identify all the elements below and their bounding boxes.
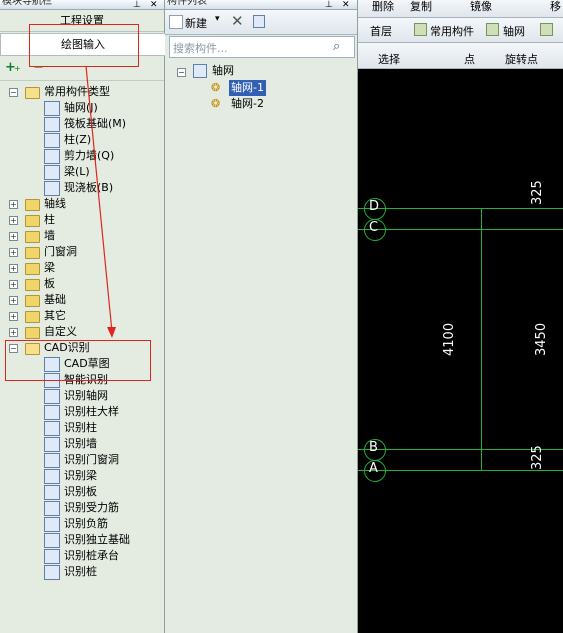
delete-icon[interactable]: ✕ bbox=[231, 12, 244, 30]
floor-select[interactable]: 首层 bbox=[370, 23, 392, 39]
dimension-line bbox=[481, 208, 482, 471]
dropdown-arrow-icon[interactable]: ▾ bbox=[215, 14, 220, 24]
dropdown-arrow-icon[interactable] bbox=[414, 23, 427, 36]
rotate-point-button[interactable]: 旋转点 bbox=[505, 51, 538, 67]
dropdown-arrow-icon[interactable] bbox=[540, 23, 553, 36]
category-select[interactable]: 常用构件 bbox=[430, 23, 474, 39]
mirror-button[interactable]: 镜像 bbox=[470, 0, 492, 14]
cad-drawing-area[interactable]: 删除 复制 镜像 移 首层 常用构件 轴网 选择 点 旋转点 D C B A 3… bbox=[358, 0, 563, 633]
axis-item-icon: ❂ bbox=[211, 81, 221, 94]
copy-button[interactable]: 复制 bbox=[410, 0, 432, 14]
copy-icon[interactable] bbox=[253, 15, 265, 28]
edit-toolbar: 删除 复制 镜像 移 bbox=[358, 0, 563, 18]
axis-label: A bbox=[369, 461, 378, 476]
delete-button[interactable]: 删除 bbox=[372, 0, 394, 14]
select-button[interactable]: 选择 bbox=[378, 51, 400, 67]
axis-item-icon: ❂ bbox=[211, 97, 221, 110]
new-icon bbox=[169, 15, 183, 29]
component-item[interactable]: 轴网-2 bbox=[231, 96, 264, 112]
axis-line-a bbox=[358, 470, 563, 471]
dimension-text: 325 bbox=[530, 180, 545, 205]
tree-root-label: 轴网 bbox=[212, 64, 234, 77]
axis-label: C bbox=[369, 220, 379, 235]
dropdown-arrow-icon[interactable] bbox=[486, 23, 499, 36]
pin-icon[interactable]: ⊥ bbox=[325, 0, 333, 10]
dimension-text: 3450 bbox=[534, 322, 549, 356]
component-toolbar: 新建 ▾ ✕ bbox=[165, 10, 357, 35]
component-list-panel: 构件列表 ⊥ ✕ 新建 ▾ ✕ 搜索构件... ⌕ − 轴网 ❂ 轴网-1 ❂ … bbox=[165, 0, 358, 633]
close-icon[interactable]: ✕ bbox=[342, 0, 350, 10]
search-icon[interactable]: ⌕ bbox=[333, 39, 340, 54]
collapse-icon[interactable]: − bbox=[177, 68, 186, 77]
move-button[interactable]: 移 bbox=[550, 0, 561, 14]
module-navigator-panel: 模块导航栏 ⊥ ✕ 工程设置 绘图输入 + + − − 常用构件类型 轴网(J) 筏板… bbox=[0, 0, 166, 633]
type-select[interactable]: 轴网 bbox=[503, 23, 525, 39]
layer-toolbar: 首层 常用构件 轴网 bbox=[358, 18, 563, 43]
component-search-input[interactable]: 搜索构件... bbox=[169, 36, 355, 58]
dimension-text: 4100 bbox=[442, 322, 457, 356]
axis-line-c bbox=[358, 229, 563, 230]
new-button[interactable]: 新建 bbox=[185, 15, 207, 31]
annotation-arrow bbox=[85, 65, 116, 338]
point-button[interactable]: 点 bbox=[464, 51, 475, 67]
axis-label: B bbox=[369, 440, 378, 455]
axis-line-d bbox=[358, 208, 563, 209]
axis-label: D bbox=[369, 199, 380, 214]
draw-toolbar: 选择 点 旋转点 bbox=[358, 43, 563, 69]
search-placeholder: 搜索构件... bbox=[173, 42, 228, 55]
dimension-text: 325 bbox=[530, 445, 545, 470]
component-item-selected[interactable]: 轴网-1 bbox=[229, 80, 266, 96]
axis-grid-icon bbox=[193, 64, 207, 78]
